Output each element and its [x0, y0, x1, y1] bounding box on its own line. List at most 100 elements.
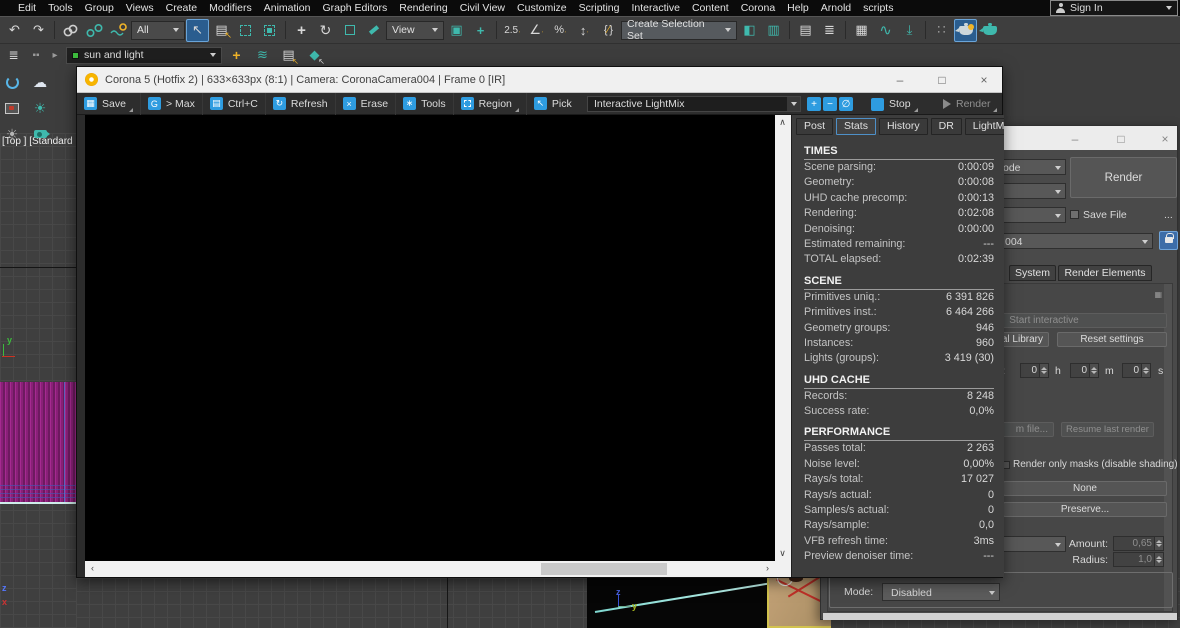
select-scale-icon[interactable]	[338, 19, 361, 42]
layer-explorer-icon[interactable]: ≣	[818, 19, 841, 42]
maximize-button[interactable]: □	[1113, 126, 1129, 152]
select-rotate-icon[interactable]: ↻	[314, 19, 337, 42]
redo-icon[interactable]: ↷	[27, 19, 50, 42]
chevron-down-icon[interactable]	[1166, 6, 1172, 10]
select-place-icon[interactable]	[362, 19, 385, 42]
menu-item[interactable]: Views	[120, 2, 160, 14]
menu-item[interactable]: Corona	[735, 2, 781, 14]
minimize-button[interactable]: –	[892, 67, 908, 93]
snaps-toggle-icon[interactable]: 2.5 ˒	[501, 19, 524, 42]
tab-stats[interactable]: Stats	[836, 118, 876, 135]
menu-item[interactable]: Modifiers	[203, 2, 258, 14]
horizontal-scrollbar[interactable]: ‹ ›	[85, 561, 775, 577]
layer-note-icon[interactable]: ▸	[47, 48, 63, 62]
viewport-left-column[interactable]: [Top ] [Standard y [Left ] [Standard z x	[0, 133, 76, 628]
lock-view-button[interactable]	[1159, 231, 1178, 250]
selection-filter-dropdown[interactable]: All	[131, 20, 185, 40]
select-objects-in-layer-icon[interactable]: ▤ ↖	[277, 44, 300, 67]
unlink-icon[interactable]	[83, 19, 106, 42]
schematic-view-icon[interactable]: ∿	[874, 19, 897, 42]
corona-camera-icon[interactable]	[30, 124, 50, 144]
create-layer-icon[interactable]: +	[225, 44, 248, 67]
menu-item[interactable]: Arnold	[815, 2, 857, 14]
menu-item[interactable]: Content	[686, 2, 735, 14]
stop-button[interactable]: Stop	[871, 93, 918, 115]
tab-lightmix[interactable]: LightMix	[964, 118, 1004, 135]
scene-explorer-icon[interactable]: ▤	[794, 19, 817, 42]
tools-button[interactable]: ∗ Tools	[396, 92, 454, 115]
scroll-right-icon[interactable]: ›	[761, 562, 774, 575]
menu-item[interactable]: Civil View	[454, 2, 511, 14]
menu-item[interactable]: Tools	[42, 2, 79, 14]
tab-post[interactable]: Post	[796, 118, 834, 135]
save-button[interactable]: ▦ Save	[77, 92, 141, 115]
spinner-snap-icon[interactable]: ↕ ˒	[573, 19, 596, 42]
none-button[interactable]: None	[1003, 481, 1167, 496]
corona-sun-icon[interactable]: ☀	[2, 124, 22, 144]
zoom-in-button[interactable]: +	[807, 97, 821, 111]
select-move-icon[interactable]: +	[290, 19, 313, 42]
reference-coordinate-dropdown[interactable]: View	[386, 20, 444, 40]
menu-item[interactable]: Edit	[12, 2, 42, 14]
select-manipulate-icon[interactable]: +	[469, 19, 492, 42]
menu-item[interactable]: Scripting	[573, 2, 626, 14]
close-button[interactable]: ×	[1157, 126, 1173, 152]
tab-render-elements[interactable]: Render Elements	[1058, 265, 1152, 281]
menu-item[interactable]: Help	[781, 2, 815, 14]
corona-interactive-icon[interactable]	[2, 72, 22, 92]
tab-system[interactable]: System	[1009, 265, 1056, 281]
render-canvas[interactable]	[85, 115, 775, 561]
scroll-left-icon[interactable]: ‹	[86, 562, 99, 575]
menu-item[interactable]: Interactive	[625, 2, 685, 14]
amount-spinner[interactable]: 0,65	[1113, 536, 1164, 551]
active-layer-dropdown[interactable]: sun and light	[66, 46, 222, 64]
select-by-name-icon[interactable]: ▤ ↖	[210, 19, 233, 42]
erase-button[interactable]: × Erase	[336, 92, 397, 115]
mirror-icon[interactable]: ◧	[738, 19, 761, 42]
reset-settings-button[interactable]: Reset settings	[1057, 332, 1167, 347]
sign-in-button[interactable]: Sign In	[1050, 0, 1178, 16]
scroll-up-icon[interactable]: ∧	[776, 116, 789, 129]
render-flow-icon[interactable]: ∷	[930, 19, 953, 42]
copy-button[interactable]: ▤ Ctrl+C	[203, 92, 266, 115]
hours-spinner[interactable]: 0	[1020, 363, 1049, 378]
menu-item[interactable]: Group	[79, 2, 120, 14]
use-pivot-center-icon[interactable]: ▣	[445, 19, 468, 42]
align-icon[interactable]: ▥	[762, 19, 785, 42]
curve-editor-icon[interactable]: ▦	[850, 19, 873, 42]
layer-stack-icon[interactable]: ≣	[2, 44, 25, 67]
tab-dr[interactable]: DR	[930, 118, 962, 135]
minimize-button[interactable]: –	[1067, 126, 1083, 152]
zoom-reset-button[interactable]: ∅	[839, 97, 853, 111]
corona-sky-icon[interactable]: ☁	[30, 72, 50, 92]
angle-snap-icon[interactable]: ∠ ˒	[525, 19, 548, 42]
link-icon[interactable]	[59, 19, 82, 42]
tab-history[interactable]: History	[878, 118, 928, 135]
undo-icon[interactable]: ↶	[3, 19, 26, 42]
corona-light-icon[interactable]: ☀	[30, 98, 50, 118]
close-button[interactable]: ×	[976, 67, 992, 93]
menu-item[interactable]: Graph Editors	[316, 2, 393, 14]
region-button[interactable]: Region	[454, 92, 527, 115]
add-selection-to-layer-icon[interactable]: ≋	[251, 44, 274, 67]
menu-item[interactable]: Create	[160, 2, 204, 14]
rectangular-selection-region-icon[interactable]	[234, 19, 257, 42]
window-crossing-icon[interactable]	[258, 19, 281, 42]
left-viewport-wireframe-object[interactable]	[0, 382, 76, 504]
window-resize-edge[interactable]	[823, 613, 1177, 620]
select-object-button[interactable]: ↖	[186, 18, 209, 42]
save-file-checkbox[interactable]	[1070, 210, 1079, 219]
seconds-spinner[interactable]: 0	[1122, 363, 1151, 378]
render-button[interactable]: Render	[943, 93, 998, 115]
selection-set-dropdown[interactable]: Create Selection Set	[621, 18, 737, 42]
material-editor-icon[interactable]: ⤓	[898, 19, 921, 42]
lightmix-dropdown[interactable]: Interactive LightMix	[587, 96, 801, 112]
vertical-scrollbar[interactable]: ∧ ∨	[775, 115, 791, 561]
pick-button[interactable]: ↖ Pick	[527, 93, 579, 115]
bind-spacewarp-icon[interactable]	[107, 19, 130, 42]
browse-button[interactable]: ...	[1164, 209, 1173, 221]
minutes-spinner[interactable]: 0	[1070, 363, 1099, 378]
radius-spinner[interactable]: 1,0	[1113, 552, 1164, 567]
maxscript-icon[interactable]: {⁄}	[597, 19, 620, 42]
menu-item[interactable]: Customize	[511, 2, 573, 14]
